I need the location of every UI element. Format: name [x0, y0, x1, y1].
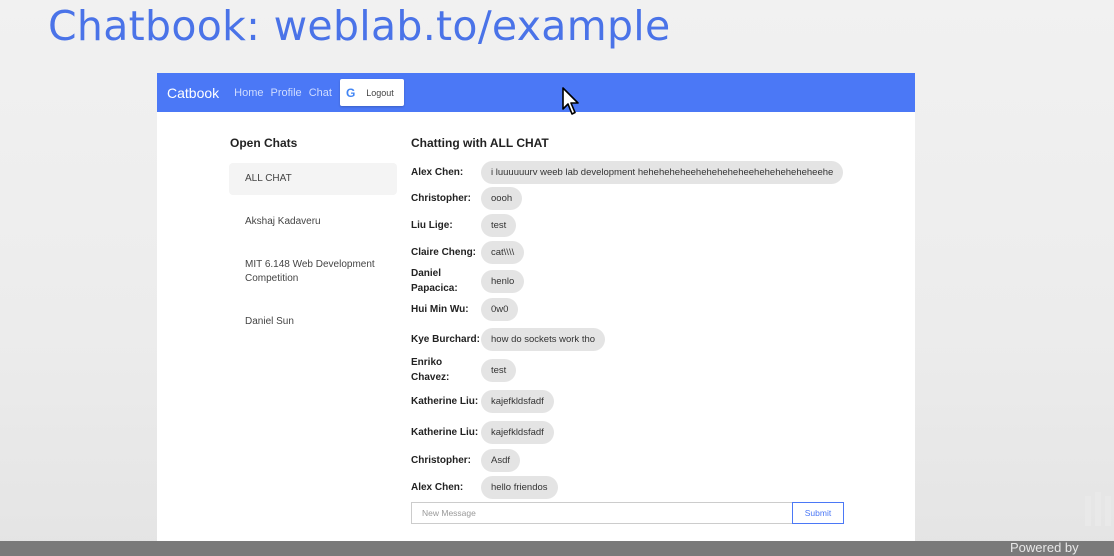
nav-home-link[interactable]: Home [234, 87, 263, 99]
message-author: Claire Cheng: [411, 246, 477, 258]
message-author: Katherine Liu: [411, 395, 479, 407]
message-bubble: kajefkldsfadf [481, 389, 554, 413]
message: Hui Min Wu: 0w0 [411, 297, 519, 321]
open-chats-title: Open Chats [230, 136, 298, 150]
message-bubble: 0w0 [481, 297, 519, 321]
message-bubble: cat\\\\ [481, 240, 525, 264]
chat-list: ALL CHAT Akshaj Kadaveru MIT 6.148 Web D… [229, 163, 397, 338]
message: Claire Cheng: cat\\\\ [411, 240, 525, 264]
message-author: Alex Chen: [411, 166, 464, 178]
message-author: Hui Min Wu: [411, 303, 469, 315]
message-author: Katherine Liu: [411, 426, 479, 438]
google-icon: G [345, 85, 356, 100]
message-bubble: henlo [481, 269, 525, 293]
message: Katherine Liu: kajefkldsfadf [411, 416, 554, 448]
message: Kye Burchard: how do sockets work tho [411, 323, 606, 355]
message-bubble: how do sockets work tho [481, 327, 606, 351]
chat-item-all-chat[interactable]: ALL CHAT [229, 163, 397, 195]
catbook-app: Catbook Home Profile Chat G Logout Open … [157, 73, 915, 545]
logout-label: Logout [366, 87, 394, 98]
message-bubble: test [481, 358, 517, 382]
message-author: Daniel Papacica: [411, 268, 458, 294]
logout-button[interactable]: G Logout [339, 79, 404, 106]
powered-by-watermark: Powered by [1010, 540, 1079, 555]
video-control-bar [0, 541, 1114, 556]
new-message-input[interactable]: New Message [411, 502, 792, 524]
navbar: Catbook Home Profile Chat G Logout [157, 73, 915, 112]
message: Christopher: oooh [411, 186, 523, 210]
message-composer: New Message Submit [411, 502, 844, 524]
message: Alex Chen: i luuuuuurv weeb lab developm… [411, 160, 844, 184]
message: Christopher: Asdf [411, 448, 521, 472]
chat-area: Chatting with ALL CHAT Alex Chen: i luuu… [411, 136, 851, 499]
message-author: Alex Chen: [411, 481, 464, 493]
message: Daniel Papacica: henlo [411, 265, 525, 297]
nav-profile-link[interactable]: Profile [271, 87, 302, 99]
message-author: Christopher: [411, 192, 471, 204]
message-bubble: Asdf [481, 448, 521, 472]
nav-chat-link[interactable]: Chat [309, 87, 332, 99]
slide-title: Chatbook: weblab.to/example [48, 2, 671, 50]
message-author: Enriko Chavez: [411, 357, 450, 383]
presenter-logo-icon [1085, 492, 1111, 526]
message-bubble: hello friendos [481, 475, 558, 499]
message: Katherine Liu: kajefkldsfadf [411, 385, 554, 417]
chat-item-akshaj[interactable]: Akshaj Kadaveru [229, 206, 397, 238]
chat-title: Chatting with ALL CHAT [411, 136, 549, 150]
message-bubble: test [481, 213, 517, 237]
message-bubble: kajefkldsfadf [481, 420, 554, 444]
message-author: Christopher: [411, 454, 471, 466]
message-author: Kye Burchard: [411, 333, 480, 345]
submit-button[interactable]: Submit [792, 502, 844, 524]
mouse-cursor-icon [562, 87, 579, 115]
message: Enriko Chavez: test [411, 354, 517, 386]
open-chats-sidebar: Open Chats ALL CHAT Akshaj Kadaveru MIT … [229, 136, 397, 349]
message: Liu Lige: test [411, 213, 517, 237]
message: Alex Chen: hello friendos [411, 475, 558, 499]
chat-item-web-dev-competition[interactable]: MIT 6.148 Web Development Competition [229, 249, 397, 295]
message-bubble: oooh [481, 186, 523, 210]
brand-link[interactable]: Catbook [167, 85, 219, 101]
message-author: Liu Lige: [411, 219, 453, 231]
chat-item-daniel-sun[interactable]: Daniel Sun [229, 306, 397, 338]
message-bubble: i luuuuuurv weeb lab development heheheh… [481, 160, 844, 184]
